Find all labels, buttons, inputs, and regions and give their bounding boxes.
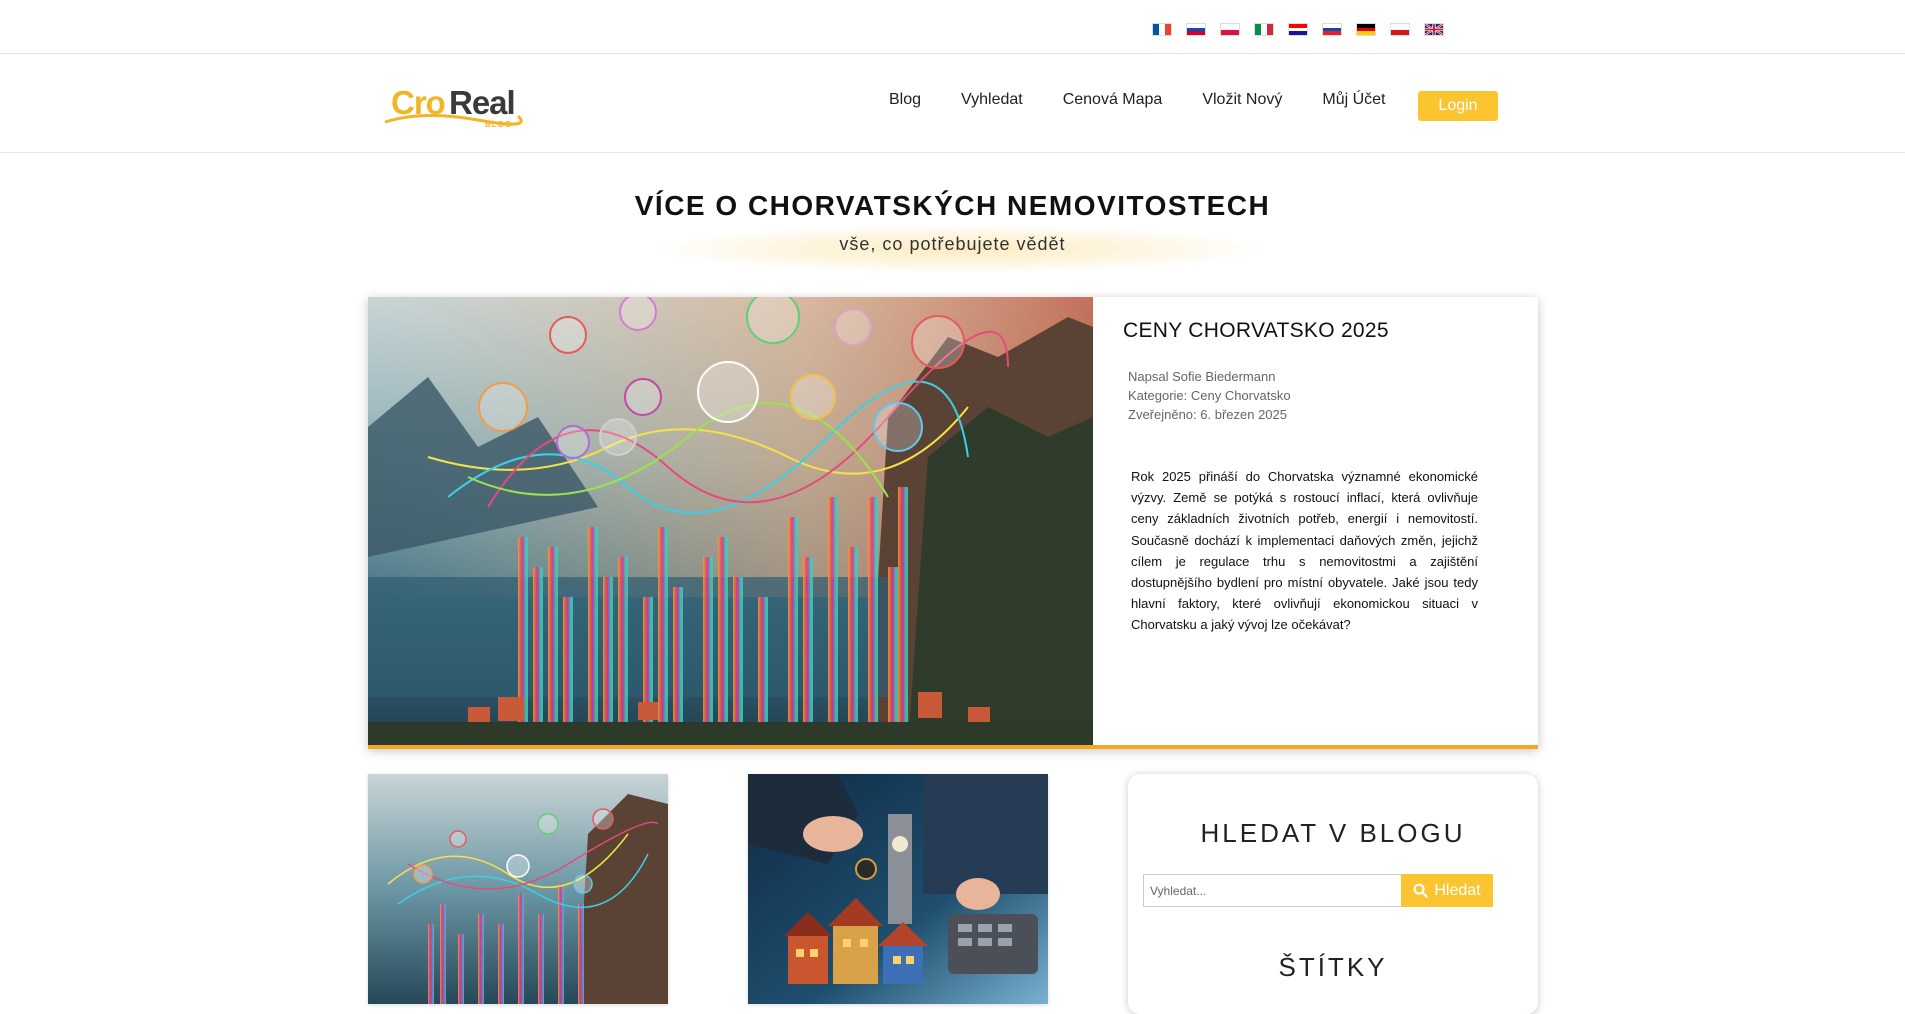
flag-gb-icon[interactable] xyxy=(1424,23,1444,36)
nav-blog[interactable]: Blog xyxy=(889,91,921,109)
sidebar-search-title: HLEDAT V BLOGU xyxy=(1200,818,1466,848)
search-button-label: Hledat xyxy=(1434,881,1481,899)
language-bar xyxy=(0,0,1905,54)
page-subtitle: vše, co potřebujete vědět xyxy=(839,234,1066,254)
main-nav: Blog Vyhledat Cenová Mapa Vložit Nový Mů… xyxy=(889,91,1425,109)
search-icon xyxy=(1413,883,1429,898)
featured-article-excerpt: Rok 2025 přináší do Chorvatska významné … xyxy=(1131,469,1478,633)
blog-search-button[interactable]: Hledat xyxy=(1401,874,1493,907)
sidebar-tags-title: ŠTÍTKY xyxy=(1278,952,1388,982)
featured-article-title[interactable]: CENY CHORVATSKO 2025 xyxy=(1123,319,1523,343)
croreal-logo[interactable]: Cro Real BLOG xyxy=(383,82,523,130)
article-card-image[interactable] xyxy=(748,774,1048,1004)
nav-my-account[interactable]: Můj Účet xyxy=(1322,91,1385,109)
page-title: VÍCE O CHORVATSKÝCH NEMOVITOSTECH xyxy=(634,190,1271,221)
article-card-image[interactable] xyxy=(368,774,668,1004)
flag-cz-icon[interactable] xyxy=(1390,23,1410,36)
featured-article-meta: Napsal Sofie Biedermann Kategorie: Ceny … xyxy=(1128,367,1523,424)
logo-text-blog: BLOG xyxy=(485,120,513,129)
hero-section: VÍCE O CHORVATSKÝCH NEMOVITOSTECH vše, c… xyxy=(0,190,1905,273)
article-date: Zveřejněno: 6. březen 2025 xyxy=(1128,407,1287,422)
flag-pl-icon[interactable] xyxy=(1220,23,1240,36)
flag-si-icon[interactable] xyxy=(1186,23,1206,36)
article-author: Napsal Sofie Biedermann xyxy=(1128,369,1276,384)
login-button[interactable]: Login xyxy=(1418,91,1498,121)
flag-fr-icon[interactable] xyxy=(1152,23,1172,36)
blog-search-input[interactable] xyxy=(1143,874,1403,907)
nav-search[interactable]: Vyhledat xyxy=(961,91,1023,109)
nav-price-map[interactable]: Cenová Mapa xyxy=(1063,91,1163,109)
article-category[interactable]: Kategorie: Ceny Chorvatsko xyxy=(1128,386,1523,405)
featured-article-card[interactable]: CENY CHORVATSKO 2025 Napsal Sofie Bieder… xyxy=(368,297,1538,749)
flag-de-icon[interactable] xyxy=(1356,23,1376,36)
featured-article-info: CENY CHORVATSKO 2025 Napsal Sofie Bieder… xyxy=(1123,297,1523,636)
blog-sidebar: HLEDAT V BLOGU Hledat ŠTÍTKY xyxy=(1128,774,1538,1014)
nav-add-new[interactable]: Vložit Nový xyxy=(1202,91,1282,109)
site-header: Cro Real BLOG Blog Vyhledat Cenová Mapa … xyxy=(0,55,1905,153)
language-flags xyxy=(1152,23,1444,36)
flag-hr-icon[interactable] xyxy=(1288,23,1308,36)
featured-article-image[interactable] xyxy=(368,297,1093,745)
flag-it-icon[interactable] xyxy=(1254,23,1274,36)
flag-sk-icon[interactable] xyxy=(1322,23,1342,36)
